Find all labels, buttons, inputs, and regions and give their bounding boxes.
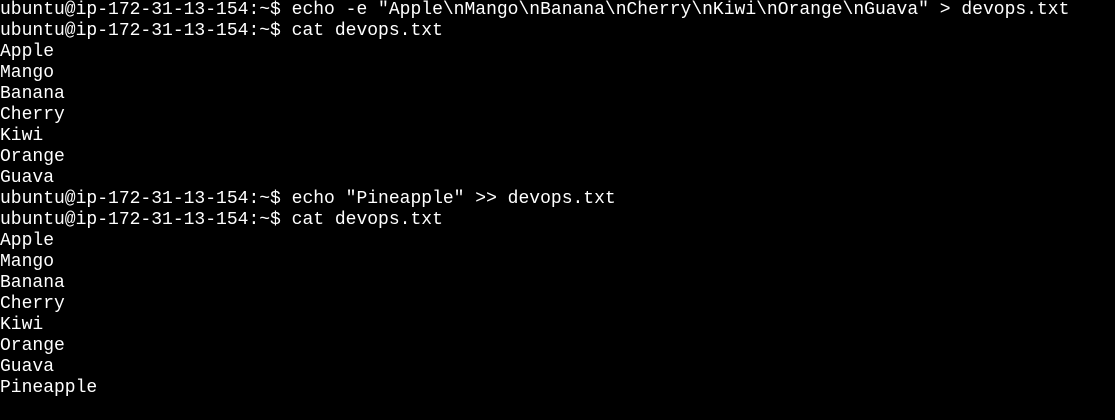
output-line: Mango xyxy=(0,252,55,272)
command-line-cat-1: ubuntu@ip-172-31-13-154:~$ cat devops.tx… xyxy=(0,21,443,41)
command-line-echo-append: ubuntu@ip-172-31-13-154:~$ echo "Pineapp… xyxy=(0,189,616,209)
output-line: Guava xyxy=(0,357,55,377)
terminal-window[interactable]: ubuntu@ip-172-31-13-154:~$ echo -e "Appl… xyxy=(0,0,1115,420)
output-line: Guava xyxy=(0,168,55,188)
output-line: Banana xyxy=(0,84,65,104)
output-line: Orange xyxy=(0,147,65,167)
output-line: Apple xyxy=(0,42,55,62)
output-line: Kiwi xyxy=(0,315,44,335)
output-line: Banana xyxy=(0,273,65,293)
output-line: Mango xyxy=(0,63,55,83)
output-line: Orange xyxy=(0,336,65,356)
output-line: Apple xyxy=(0,231,55,251)
command-line-echo-create: ubuntu@ip-172-31-13-154:~$ echo -e "Appl… xyxy=(0,0,1070,20)
output-line: Kiwi xyxy=(0,126,44,146)
command-line-cat-2: ubuntu@ip-172-31-13-154:~$ cat devops.tx… xyxy=(0,210,443,230)
output-line: Cherry xyxy=(0,105,65,125)
output-line: Cherry xyxy=(0,294,65,314)
output-line: Pineapple xyxy=(0,378,98,398)
